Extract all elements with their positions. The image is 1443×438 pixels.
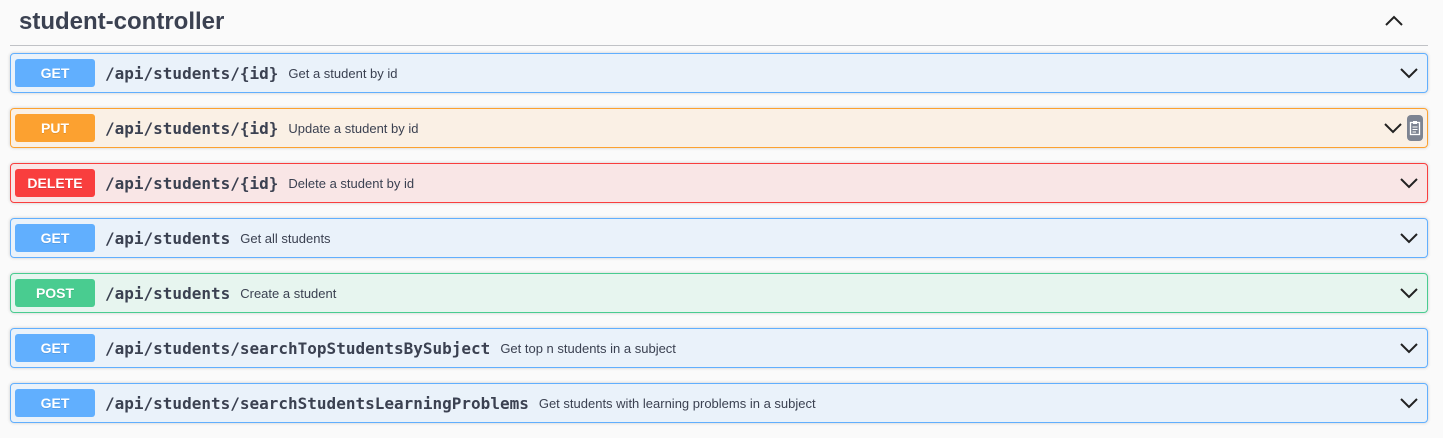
collapse-button[interactable] <box>1380 7 1408 35</box>
operation-get-student-by-id[interactable]: GET /api/students/{id} Get a student by … <box>10 53 1428 93</box>
chevron-down-icon <box>1400 288 1418 299</box>
expand-button[interactable] <box>1399 63 1419 83</box>
operation-create-student[interactable]: POST /api/students Create a student <box>10 273 1428 313</box>
method-badge: PUT <box>15 114 95 142</box>
operation-summary: Get a student by id <box>288 65 398 81</box>
chevron-down-icon <box>1400 68 1418 79</box>
copy-to-clipboard-button[interactable] <box>1407 115 1423 141</box>
expand-button[interactable] <box>1399 393 1419 413</box>
operation-search-top-students-by-subject[interactable]: GET /api/students/searchTopStudentsBySub… <box>10 328 1428 368</box>
tag-header[interactable]: student-controller <box>10 0 1428 46</box>
method-badge: GET <box>15 59 95 87</box>
method-badge: DELETE <box>15 169 95 197</box>
operation-summary: Get students with learning problems in a… <box>538 395 816 411</box>
chevron-down-icon <box>1400 343 1418 354</box>
operation-path: /api/students/searchTopStudentsBySubject <box>105 338 491 358</box>
chevron-down-icon <box>1400 233 1418 244</box>
chevron-up-icon <box>1385 15 1403 26</box>
expand-button[interactable] <box>1383 118 1403 138</box>
copy-to-clipboard-icon <box>1409 121 1421 136</box>
method-badge: GET <box>15 389 95 417</box>
operation-path: /api/students <box>105 228 231 248</box>
operation-path: /api/students/{id} <box>105 173 279 193</box>
expand-button[interactable] <box>1399 283 1419 303</box>
tag-title[interactable]: student-controller <box>19 8 224 36</box>
operation-path: /api/students/searchStudentsLearningProb… <box>105 393 529 413</box>
operation-summary: Get all students <box>240 230 331 246</box>
operation-summary: Update a student by id <box>288 120 419 136</box>
operation-path: /api/students <box>105 283 231 303</box>
expand-button[interactable] <box>1399 173 1419 193</box>
operation-update-student-by-id[interactable]: PUT /api/students/{id} Update a student … <box>10 108 1428 148</box>
chevron-down-icon <box>1384 123 1402 134</box>
method-badge: POST <box>15 279 95 307</box>
operation-summary: Create a student <box>240 285 337 301</box>
chevron-down-icon <box>1400 178 1418 189</box>
operation-path: /api/students/{id} <box>105 63 279 83</box>
method-badge: GET <box>15 334 95 362</box>
expand-button[interactable] <box>1399 228 1419 248</box>
expand-button[interactable] <box>1399 338 1419 358</box>
chevron-down-icon <box>1400 398 1418 409</box>
operation-path: /api/students/{id} <box>105 118 279 138</box>
method-badge: GET <box>15 224 95 252</box>
operation-summary: Get top n students in a subject <box>500 340 676 356</box>
operation-search-students-learning-problems[interactable]: GET /api/students/searchStudentsLearning… <box>10 383 1428 423</box>
operation-delete-student-by-id[interactable]: DELETE /api/students/{id} Delete a stude… <box>10 163 1428 203</box>
operation-get-all-students[interactable]: GET /api/students Get all students <box>10 218 1428 258</box>
operation-summary: Delete a student by id <box>288 175 415 191</box>
